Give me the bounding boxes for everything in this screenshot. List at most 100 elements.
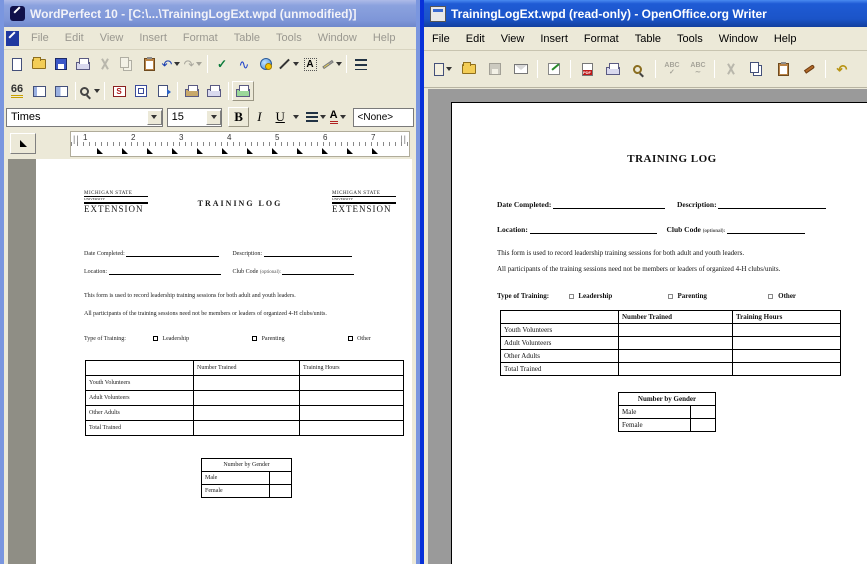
oo-menu-table[interactable]: Table [627, 31, 669, 47]
new-icon[interactable] [430, 57, 456, 81]
oo-document-page[interactable]: TRAINING LOG Date Completed: Description… [451, 102, 867, 564]
wp-menu-format[interactable]: Format [175, 30, 226, 46]
other-checkbox[interactable] [348, 336, 353, 341]
value-cell[interactable] [270, 485, 292, 498]
value-cell[interactable] [270, 472, 292, 485]
value-cell[interactable] [733, 337, 841, 350]
undo-icon[interactable]: ↶ [160, 54, 182, 74]
format-paintbrush-icon[interactable] [796, 57, 822, 81]
wp-document-page[interactable]: MICHIGAN STATE UNIVERSITY EXTENSION TRAI… [36, 159, 412, 564]
italic-button[interactable]: I [249, 107, 270, 127]
wp-titlebar[interactable]: WordPerfect 10 - [C:\...\TrainingLogExt.… [4, 0, 416, 27]
auto-spellcheck-icon[interactable]: ABC∼ [685, 57, 711, 81]
value-cell[interactable] [194, 376, 300, 391]
bullets-icon[interactable] [350, 54, 372, 74]
page-preview-icon[interactable] [626, 57, 652, 81]
oo-menu-window[interactable]: Window [711, 31, 766, 47]
undo-icon[interactable]: ↶ [829, 57, 855, 81]
print-status-icon[interactable] [232, 81, 254, 101]
wp-menu-table[interactable]: Table [226, 30, 268, 46]
oo-menu-tools[interactable]: Tools [669, 31, 711, 47]
wp-menu-edit[interactable]: Edit [57, 30, 92, 46]
font-size-dropdown-button[interactable] [206, 110, 221, 125]
leadership-checkbox[interactable] [153, 336, 158, 341]
text-box-icon[interactable]: A [299, 54, 321, 74]
quickformat-icon[interactable]: ✓ [211, 54, 233, 74]
value-cell[interactable] [300, 406, 404, 421]
value-cell[interactable] [619, 363, 733, 376]
underline-button[interactable]: U [270, 107, 291, 127]
oo-menu-format[interactable]: Format [576, 31, 627, 47]
printer-icon[interactable] [203, 81, 225, 101]
open-icon[interactable] [456, 57, 482, 81]
copy-icon[interactable] [744, 57, 770, 81]
email-icon[interactable] [508, 57, 534, 81]
parenting-checkbox[interactable] [668, 294, 673, 299]
copy-icon[interactable] [116, 54, 138, 74]
paste-icon[interactable] [138, 54, 160, 74]
spell-book-icon[interactable]: S [108, 81, 130, 101]
oo-menu-view[interactable]: View [493, 31, 533, 47]
value-cell[interactable] [691, 406, 716, 419]
paste-icon[interactable] [770, 57, 796, 81]
value-cell[interactable] [300, 376, 404, 391]
oo-menu-help[interactable]: Help [766, 31, 805, 47]
oo-menu-file[interactable]: File [424, 31, 458, 47]
leadership-checkbox[interactable] [569, 294, 574, 299]
wp-menu-help[interactable]: Help [365, 30, 404, 46]
print-icon[interactable] [600, 57, 626, 81]
print-icon[interactable] [72, 54, 94, 74]
draw-pen-icon[interactable]: ∿ [233, 54, 255, 74]
wp-menu-file[interactable]: File [23, 30, 57, 46]
cascade-view-icon[interactable] [50, 81, 72, 101]
font-face-dropdown-button[interactable] [147, 110, 162, 125]
page-setup-icon[interactable] [152, 81, 174, 101]
wp-menu-window[interactable]: Window [310, 30, 365, 46]
horizontal-ruler[interactable]: || || 1 2 3 4 5 6 7 [70, 131, 410, 157]
reveal-codes-icon[interactable]: 66 [6, 81, 28, 101]
save-icon[interactable] [482, 57, 508, 81]
font-size-select[interactable]: 15 [167, 108, 223, 127]
edit-file-icon[interactable] [541, 57, 567, 81]
value-cell[interactable] [194, 391, 300, 406]
draw-line-icon[interactable] [277, 54, 299, 74]
wp-menu-tools[interactable]: Tools [268, 30, 310, 46]
hyperlink-globe-icon[interactable] [255, 54, 277, 74]
cut-icon[interactable] [94, 54, 116, 74]
oo-titlebar[interactable]: TrainingLogExt.wpd (read-only) - OpenOff… [424, 0, 867, 27]
parenting-checkbox[interactable] [252, 336, 257, 341]
value-cell[interactable] [194, 421, 300, 436]
value-cell[interactable] [691, 419, 716, 432]
cut-icon[interactable] [718, 57, 744, 81]
new-icon[interactable] [6, 54, 28, 74]
wp-menu-view[interactable]: View [92, 30, 132, 46]
value-cell[interactable] [619, 350, 733, 363]
highlight-icon[interactable] [321, 54, 343, 74]
tile-view-icon[interactable] [28, 81, 50, 101]
other-checkbox[interactable] [768, 294, 773, 299]
value-cell[interactable] [194, 406, 300, 421]
underline-dropdown-arrow[interactable] [293, 115, 299, 119]
font-color-icon[interactable]: A [327, 107, 349, 127]
oo-menu-edit[interactable]: Edit [458, 31, 493, 47]
value-cell[interactable] [300, 421, 404, 436]
paragraph-style-select[interactable]: <None> [353, 108, 415, 127]
value-cell[interactable] [733, 324, 841, 337]
zoom-icon[interactable] [79, 81, 101, 101]
bold-button[interactable]: B [228, 107, 249, 127]
open-icon[interactable] [28, 54, 50, 74]
spellcheck-icon[interactable]: ABC✓ [659, 57, 685, 81]
tab-stops-row[interactable] [71, 148, 409, 156]
save-icon[interactable] [50, 54, 72, 74]
wp-document-icon[interactable] [6, 31, 19, 46]
tab-selector-button[interactable] [10, 133, 36, 154]
value-cell[interactable] [300, 391, 404, 406]
print-history-icon[interactable] [181, 81, 203, 101]
justification-icon[interactable] [305, 107, 327, 127]
value-cell[interactable] [733, 350, 841, 363]
value-cell[interactable] [733, 363, 841, 376]
value-cell[interactable] [619, 324, 733, 337]
export-pdf-icon[interactable] [574, 57, 600, 81]
value-cell[interactable] [619, 337, 733, 350]
oo-menu-insert[interactable]: Insert [532, 31, 576, 47]
